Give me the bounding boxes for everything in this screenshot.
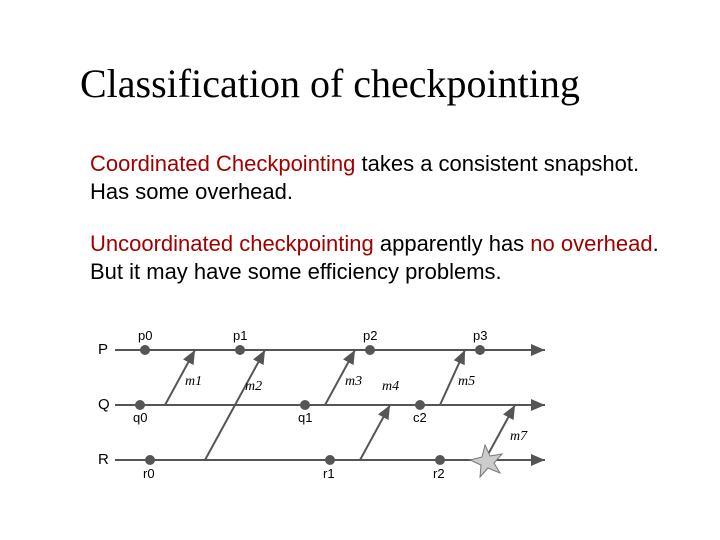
label-r1: r1 [323,466,335,481]
label-m4: m4 [382,379,399,394]
label-p3: p3 [473,328,487,343]
label-p1: p1 [233,328,247,343]
text: takes a consistent snapshot. [355,151,639,176]
text: apparently has [374,231,531,256]
paragraph-uncoordinated: Uncoordinated checkpointing apparently h… [90,230,659,285]
label-q1: q1 [298,410,312,425]
label-p0: p0 [138,328,152,343]
text: But it may have some efficiency problems… [90,259,502,284]
page-title: Classification of checkpointing [80,60,580,107]
row-label-q: Q [98,396,110,413]
paragraph-coordinated: Coordinated Checkpointing takes a consis… [90,150,639,205]
row-label-r: R [98,451,109,468]
label-m5: m5 [458,374,475,389]
text: . [653,231,659,256]
label-m2: m2 [245,379,262,394]
emph-no-overhead: no overhead [530,231,652,256]
term-uncoordinated: Uncoordinated checkpointing [90,231,374,256]
label-p2: p2 [363,328,377,343]
label-m7: m7 [510,429,528,444]
label-m1: m1 [185,374,202,389]
text: Has some overhead. [90,179,293,204]
row-label-p: P [98,341,108,358]
label-q0: q0 [133,410,147,425]
label-r2: r2 [433,466,445,481]
checkpoint-diagram: P Q R p0 p1 p2 p3 q0 q1 c2 r0 r1 r2 m1 m… [90,310,570,490]
label-m3: m3 [345,374,362,389]
term-coordinated: Coordinated Checkpointing [90,151,355,176]
label-r0: r0 [143,466,155,481]
label-c2: c2 [413,410,427,425]
slide: Classification of checkpointing Coordina… [0,0,720,540]
